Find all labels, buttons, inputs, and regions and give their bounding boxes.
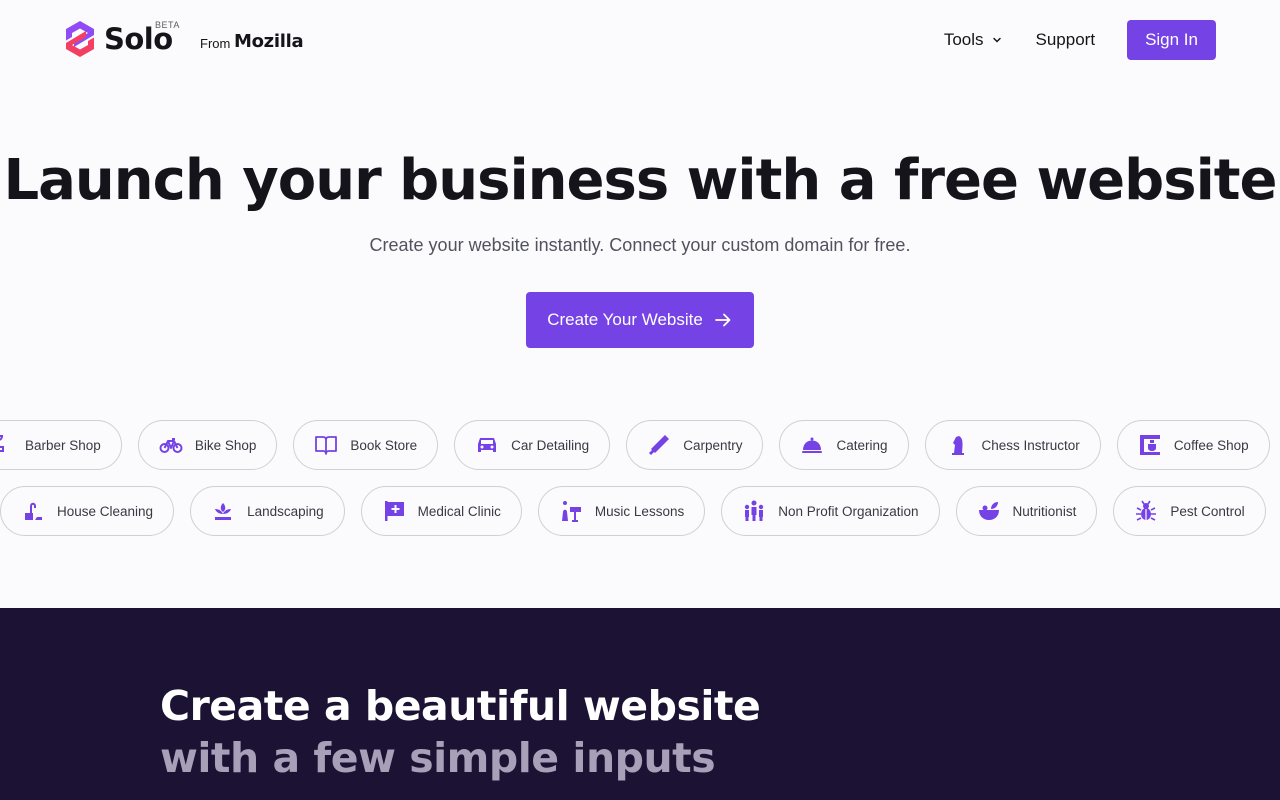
- category-label: House Cleaning: [57, 503, 154, 519]
- car-icon: [478, 438, 497, 452]
- category-pill-car-detailing[interactable]: Car Detailing: [454, 420, 611, 470]
- category-row-2: House Cleaning Landscaping Medical Clini…: [0, 486, 1280, 536]
- chess-knight-icon: [951, 436, 964, 455]
- main-nav: Tools Support Sign In: [944, 20, 1216, 60]
- category-label: Carpentry: [683, 437, 743, 453]
- feature-subheading: with a few simple inputs: [160, 734, 716, 782]
- category-pill-nutritionist[interactable]: Nutritionist: [955, 486, 1098, 536]
- category-label: Medical Clinic: [417, 503, 501, 519]
- arrow-right-icon: [714, 313, 731, 327]
- category-pill-landscaping[interactable]: Landscaping: [190, 486, 345, 536]
- create-website-button[interactable]: Create Your Website: [526, 292, 754, 348]
- music-stand-icon: [561, 501, 581, 522]
- category-label: Pest Control: [1170, 503, 1245, 519]
- bug-icon: [1136, 500, 1157, 521]
- category-pill-carpentry[interactable]: Carpentry: [626, 420, 764, 470]
- category-label: Catering: [836, 437, 888, 453]
- beta-badge: BETA: [155, 20, 180, 30]
- chevron-down-icon: [992, 37, 1001, 43]
- book-icon: [315, 436, 338, 455]
- category-label: Non Profit Organization: [778, 503, 919, 519]
- hero-subtitle: Create your website instantly. Connect y…: [369, 235, 911, 255]
- category-label: Coffee Shop: [1173, 437, 1249, 453]
- category-pill-music-lessons[interactable]: Music Lessons: [537, 486, 706, 536]
- tools-label: Tools: [943, 30, 984, 49]
- category-pill-chess-instructor[interactable]: Chess Instructor: [924, 420, 1101, 470]
- from-label: From: [200, 36, 231, 51]
- salad-bowl-icon: [978, 502, 999, 520]
- mozilla-wordmark[interactable]: Mozilla: [234, 31, 304, 52]
- sign-in-button[interactable]: Sign In: [1127, 20, 1216, 60]
- category-label: Barber Shop: [25, 437, 101, 453]
- category-pill-house-cleaning[interactable]: House Cleaning: [0, 486, 175, 536]
- category-label: Landscaping: [247, 503, 324, 519]
- hero-title: Launch your business with a free website: [3, 148, 1277, 213]
- support-link[interactable]: Support: [1036, 30, 1096, 50]
- category-label: Chess Instructor: [981, 437, 1080, 453]
- category-row-1: Barber Shop Bike Shop Book Store Car Det…: [0, 420, 1280, 470]
- category-label: Nutritionist: [1012, 503, 1077, 519]
- feature-section: Create a beautiful website with a few si…: [0, 608, 1280, 800]
- category-label: Bike Shop: [194, 437, 257, 453]
- feature-heading: Create a beautiful website: [160, 682, 761, 730]
- category-pill-medical-clinic[interactable]: Medical Clinic: [360, 486, 522, 536]
- tools-menu[interactable]: Tools: [944, 30, 1002, 50]
- coffee-machine-icon: [1139, 435, 1160, 455]
- category-pill-book-store[interactable]: Book Store: [293, 420, 439, 470]
- saw-icon: [649, 435, 670, 455]
- site-header: Solo BETA From Mozilla Tools Support Sig…: [0, 0, 1280, 80]
- category-label: Car Detailing: [511, 437, 590, 453]
- solo-logo-icon: [66, 21, 94, 57]
- category-label: Music Lessons: [594, 503, 685, 519]
- solo-logo[interactable]: Solo BETA: [64, 20, 179, 58]
- category-pill-non-profit[interactable]: Non Profit Organization: [721, 486, 940, 536]
- category-pill-catering[interactable]: Catering: [779, 420, 909, 470]
- barber-icon: [0, 435, 4, 452]
- plant-icon: [215, 503, 232, 520]
- create-website-label: Create Your Website: [547, 310, 703, 329]
- category-label: Book Store: [350, 437, 418, 453]
- medical-flag-icon: [384, 501, 404, 521]
- category-pill-bike-shop[interactable]: Bike Shop: [137, 420, 278, 470]
- vacuum-icon: [25, 502, 42, 520]
- people-icon: [745, 500, 764, 521]
- category-pill-barber-shop[interactable]: Barber Shop: [0, 420, 122, 470]
- category-pill-pest-control[interactable]: Pest Control: [1113, 486, 1266, 536]
- bike-icon: [159, 438, 183, 453]
- category-pill-coffee-shop[interactable]: Coffee Shop: [1116, 420, 1270, 470]
- cloche-icon: [802, 437, 823, 453]
